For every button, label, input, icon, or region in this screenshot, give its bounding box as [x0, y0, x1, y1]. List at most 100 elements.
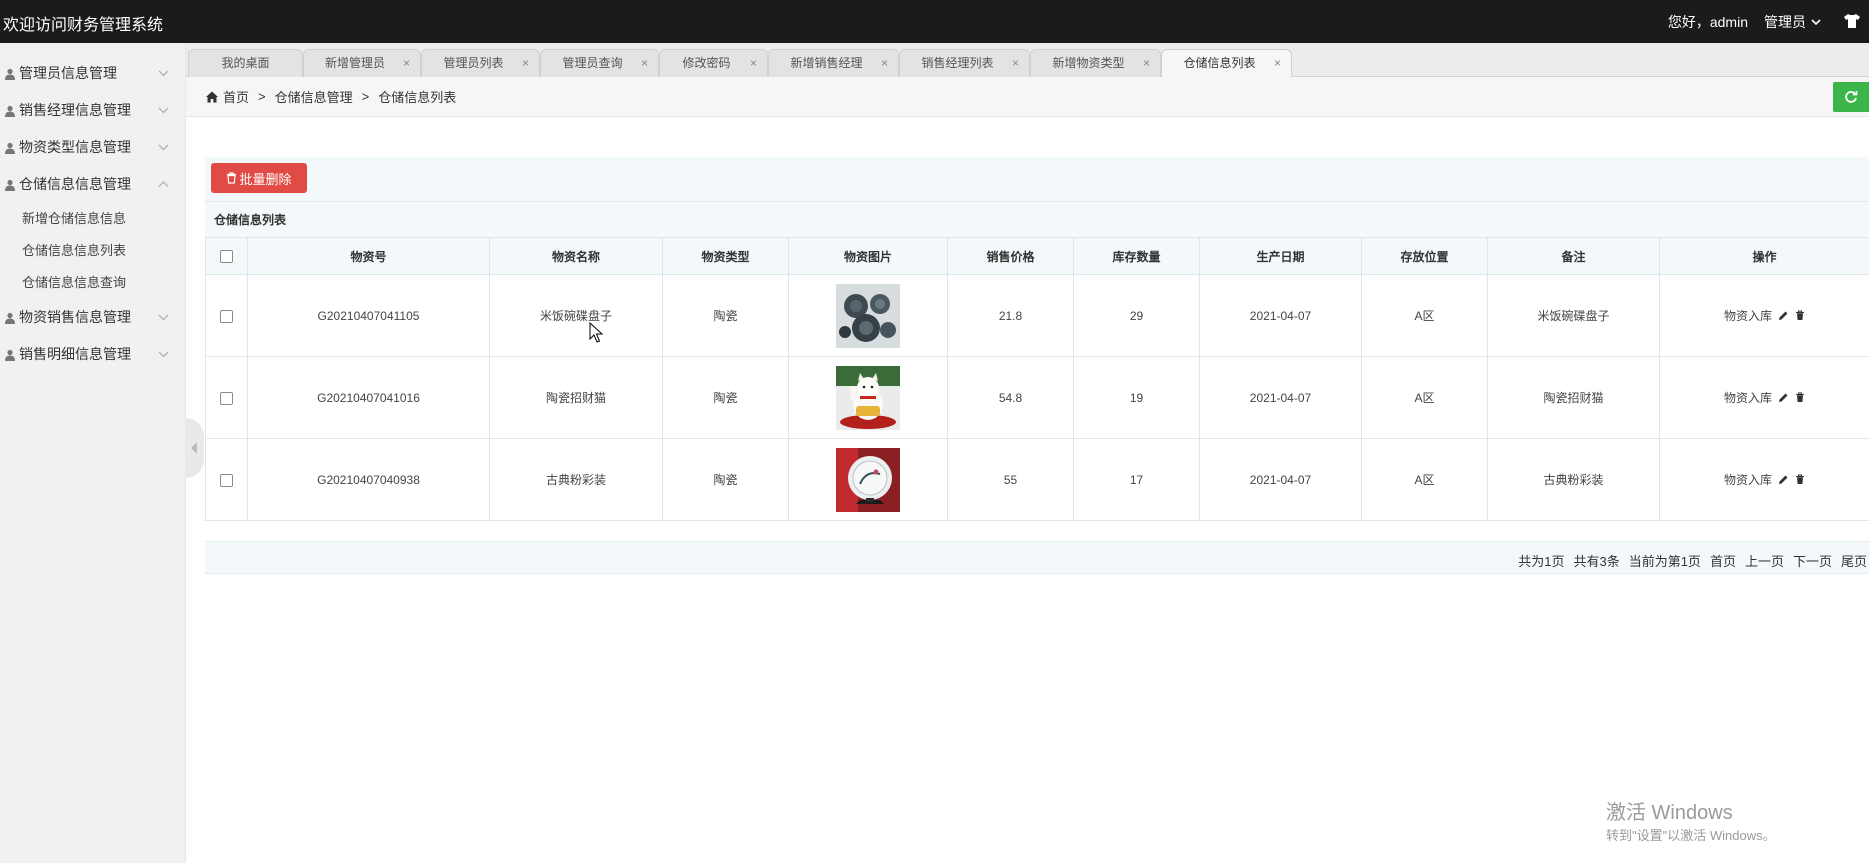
role-dropdown[interactable]: 管理员: [1764, 12, 1822, 32]
person-icon: [5, 105, 15, 117]
submenu-storage-list[interactable]: 仓储信息信息列表: [0, 235, 185, 267]
row-select-cell: [205, 438, 248, 521]
cell-note: 古典粉彩装: [1487, 438, 1660, 521]
sidebar-item-material-sales[interactable]: 物资销售信息管理: [0, 299, 185, 336]
dish-set-image[interactable]: [836, 283, 900, 348]
column-header: 生产日期: [1199, 237, 1362, 275]
row-checkbox[interactable]: [220, 473, 233, 487]
table-row: G20210407040938 古典粉彩装 陶瓷 55 17 2021-04-0…: [205, 438, 1869, 521]
pager-current-page: 当前为第1页: [1628, 554, 1701, 569]
batch-delete-button[interactable]: 批量删除: [211, 163, 307, 193]
cell-price: 21.8: [947, 274, 1074, 357]
tab-label: 管理员列表: [443, 56, 504, 70]
person-icon: [5, 68, 15, 80]
column-header: 物资名称: [489, 237, 663, 275]
column-header: 操作: [1659, 237, 1869, 275]
cell-location: A区: [1361, 356, 1488, 439]
column-header: 物资图片: [788, 237, 948, 275]
sidebar-item-material-type[interactable]: 物资类型信息管理: [0, 129, 185, 166]
sidebar-item-sales-manager[interactable]: 销售经理信息管理: [0, 92, 185, 129]
theme-shirt-icon[interactable]: [1843, 12, 1861, 30]
chevron-down-icon: [158, 351, 169, 358]
person-icon: [5, 142, 15, 154]
cell-name: 米饭碗碟盘子: [489, 274, 663, 357]
cell-code: G20210407040938: [247, 438, 490, 521]
pager-prev-link[interactable]: 上一页: [1745, 551, 1784, 570]
tab-label: 销售经理列表: [921, 56, 994, 70]
cell-name: 古典粉彩装: [489, 438, 663, 521]
pagination-bar: 共为1页 共有3条 当前为第1页 首页 上一页 下一页 尾页: [205, 541, 1869, 574]
tab-storage-list[interactable]: 仓储信息列表 ×: [1161, 49, 1292, 77]
cell-note: 米饭碗碟盘子: [1487, 274, 1660, 357]
close-icon[interactable]: ×: [403, 50, 410, 76]
cell-name: 陶瓷招财猫: [489, 356, 663, 439]
tab-add-material-type[interactable]: 新增物资类型 ×: [1030, 49, 1161, 77]
tab-add-admin[interactable]: 新增管理员 ×: [303, 49, 421, 77]
column-header: 存放位置: [1361, 237, 1488, 275]
trash-icon[interactable]: [1795, 310, 1805, 321]
tab-label: 新增管理员: [324, 56, 385, 70]
close-icon[interactable]: ×: [1274, 50, 1281, 76]
pager-total-items: 共有3条: [1573, 554, 1620, 569]
caret-left-icon: [191, 442, 197, 454]
sidebar-item-label: 管理员信息管理: [19, 65, 117, 81]
cell-price: 54.8: [947, 356, 1074, 439]
refresh-button[interactable]: [1833, 82, 1869, 112]
row-checkbox[interactable]: [220, 309, 233, 323]
breadcrumb-storage-management[interactable]: 仓储信息管理: [275, 87, 353, 106]
cell-image: [788, 356, 948, 439]
pencil-icon[interactable]: [1778, 474, 1789, 485]
pager-first-link[interactable]: 首页: [1710, 551, 1736, 570]
close-icon[interactable]: ×: [750, 50, 757, 76]
select-all-cell: [205, 237, 248, 275]
tab-admin-list[interactable]: 管理员列表 ×: [421, 49, 540, 77]
watermark-line-2: 转到"设置"以激活 Windows。: [1606, 828, 1776, 843]
column-header: 物资号: [247, 237, 490, 275]
tab-bar: 我的桌面 新增管理员 × 管理员列表 × 管理员查询 × 修改密码 × 新增销售…: [186, 43, 1869, 77]
row-checkbox[interactable]: [220, 391, 233, 405]
sidebar-collapse-handle[interactable]: [186, 418, 204, 478]
pager-last-link[interactable]: 尾页: [1841, 551, 1867, 570]
sidebar-item-storage[interactable]: 仓储信息信息管理: [0, 166, 185, 203]
tab-sales-manager-list[interactable]: 销售经理列表 ×: [899, 49, 1030, 77]
lucky-cat-image[interactable]: [836, 365, 900, 430]
trash-icon[interactable]: [1795, 392, 1805, 403]
cell-actions: 物资入库: [1659, 274, 1869, 357]
close-icon[interactable]: ×: [1143, 50, 1150, 76]
stock-in-link[interactable]: 物资入库: [1724, 307, 1772, 324]
tab-desktop[interactable]: 我的桌面: [188, 49, 303, 77]
tab-change-password[interactable]: 修改密码 ×: [659, 49, 768, 77]
column-header: 库存数量: [1073, 237, 1200, 275]
cell-stock: 17: [1073, 438, 1200, 521]
pager-next-link[interactable]: 下一页: [1793, 551, 1832, 570]
column-header: 物资类型: [662, 237, 789, 275]
close-icon[interactable]: ×: [522, 50, 529, 76]
submenu-storage-query[interactable]: 仓储信息信息查询: [0, 267, 185, 299]
trash-icon[interactable]: [1795, 474, 1805, 485]
breadcrumb-home[interactable]: 首页: [223, 87, 249, 106]
chevron-down-icon: [158, 314, 169, 321]
close-icon[interactable]: ×: [1012, 50, 1019, 76]
stock-in-link[interactable]: 物资入库: [1724, 471, 1772, 488]
sidebar-item-label: 销售经理信息管理: [19, 102, 131, 118]
close-icon[interactable]: ×: [641, 50, 648, 76]
close-icon[interactable]: ×: [881, 50, 888, 76]
table-header-row: 物资号 物资名称 物资类型 物资图片 销售价格 库存数量 生产日期 存放位置 备…: [205, 237, 1869, 275]
tab-admin-query[interactable]: 管理员查询 ×: [540, 49, 659, 77]
cell-actions: 物资入库: [1659, 356, 1869, 439]
sidebar-item-admin[interactable]: 管理员信息管理: [0, 55, 185, 92]
pencil-icon[interactable]: [1778, 310, 1789, 321]
stock-in-link[interactable]: 物资入库: [1724, 389, 1772, 406]
submenu-add-storage[interactable]: 新增仓储信息信息: [0, 203, 185, 235]
tab-add-sales-manager[interactable]: 新增销售经理 ×: [768, 49, 899, 77]
column-header: 销售价格: [947, 237, 1074, 275]
sidebar-item-sales-detail[interactable]: 销售明细信息管理: [0, 336, 185, 373]
cell-date: 2021-04-07: [1199, 356, 1362, 439]
cell-code: G20210407041016: [247, 356, 490, 439]
home-icon: [206, 91, 218, 102]
chevron-up-icon: [158, 181, 169, 187]
cell-stock: 29: [1073, 274, 1200, 357]
decorative-plate-image[interactable]: [836, 447, 900, 512]
pencil-icon[interactable]: [1778, 392, 1789, 403]
select-all-checkbox[interactable]: [220, 250, 233, 264]
